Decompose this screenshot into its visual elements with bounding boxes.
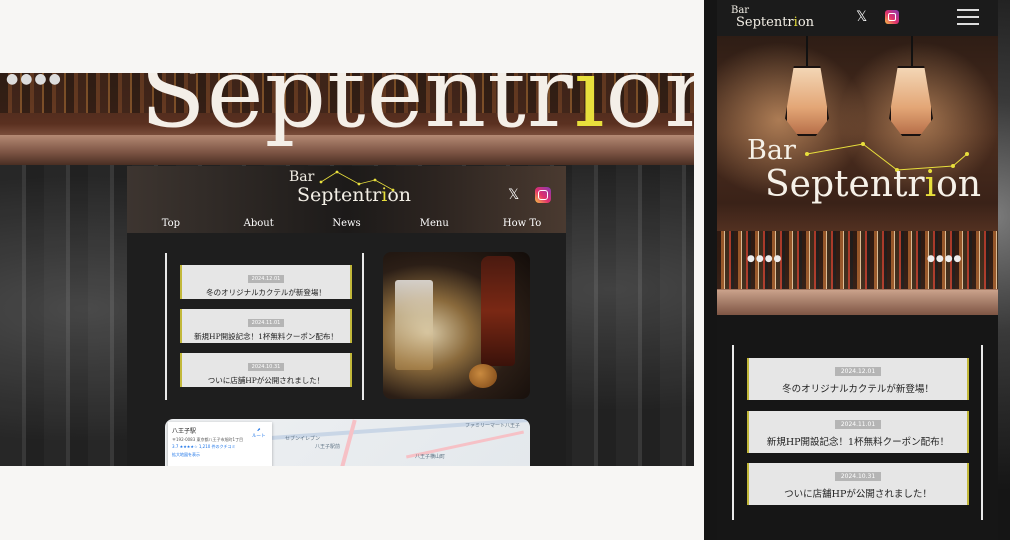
news-item[interactable]: 2024.12.01 冬のオリジナルカクテルが新登場！	[747, 358, 969, 400]
news-title: 新規HP開設記念！1杯無料クーポン配布！	[194, 332, 338, 341]
hero-image: ●●●● ●●●● Bar Septentrion	[717, 36, 998, 315]
desktop-preview: ●●●● Septentrion Bar Septentrion 𝕏	[0, 73, 694, 466]
orange-fruit	[469, 364, 497, 388]
hero-wordmark: Septentrion	[140, 73, 694, 149]
news-date: 2024.12.01	[834, 367, 882, 376]
map-route-button[interactable]: ⬈ ルート	[252, 428, 266, 439]
news-item[interactable]: 2024.11.01 新規HP開設記念！1杯無料クーポン配布！	[180, 309, 352, 343]
nav-item-about[interactable]: About	[215, 214, 303, 234]
desktop-page: Bar Septentrion 𝕏 Top About News Menu Ho…	[127, 166, 566, 466]
instagram-icon[interactable]	[885, 10, 899, 24]
hero-dots: ●●●●	[747, 254, 783, 264]
nav-item-how-to[interactable]: How To	[478, 214, 566, 234]
hero-dots: ●●●●	[6, 73, 63, 87]
map-larger-link[interactable]: 拡大地図を表示	[172, 452, 268, 458]
hamburger-menu-icon[interactable]	[957, 9, 979, 26]
instagram-icon[interactable]	[535, 187, 551, 203]
hero-image: ●●●● Septentrion	[0, 73, 694, 165]
news-title: ついに店舗HPが公開されました！	[207, 376, 325, 385]
news-title: 冬のオリジナルカクテルが新登場！	[206, 288, 326, 297]
map-rating: 3.7 ★★★★☆ 1,210 件のクチコミ	[172, 444, 236, 449]
map-label: ファミリーマート八王子	[465, 423, 521, 429]
liquor-bottle	[481, 256, 515, 366]
nav-item-menu[interactable]: Menu	[390, 214, 478, 234]
hero-wordmark: Bar Septentrion	[747, 135, 982, 205]
news-item[interactable]: 2024.10.31 ついに店舗HPが公開されました！	[747, 463, 969, 505]
nav-item-top[interactable]: Top	[127, 214, 215, 234]
news-date: 2024.12.01	[247, 275, 285, 283]
news-date: 2024.10.31	[247, 363, 285, 371]
news-item[interactable]: 2024.11.01 新規HP開設記念！1杯無料クーポン配布！	[747, 411, 969, 453]
map-place-card: 八王子駅 〒192-0083 東京都八王子市旭町1丁目 3.7 ★★★★☆ 1,…	[168, 422, 272, 466]
site-logo[interactable]: Bar Septentrion	[731, 5, 814, 29]
news-list: 2024.12.01 冬のオリジナルカクテルが新登場！ 2024.11.01 新…	[732, 345, 983, 520]
news-title: ついに店舗HPが公開されました！	[784, 489, 932, 500]
hero-dots: ●●●●	[927, 254, 963, 264]
map-label: 八王子横山町	[415, 454, 446, 460]
x-icon[interactable]: 𝕏	[508, 188, 522, 202]
mobile-preview: Bar Septentrion 𝕏 ●●●● ●●●● Bar Septentr…	[717, 0, 998, 540]
cocktail-photo	[383, 252, 530, 399]
site-header: Bar Septentrion 𝕏 Top About News Menu Ho…	[127, 166, 566, 233]
map-label: 八王子駅前	[315, 444, 341, 450]
news-list: 2024.12.01 冬のオリジナルカクテルが新登場！ 2024.11.01 新…	[165, 253, 364, 400]
constellation-icon	[319, 170, 395, 192]
store-map[interactable]: ファミリーマート八王子 セブンイレブン 八王子駅前 八王子横山町 八王子駅 〒1…	[165, 419, 530, 466]
main-nav: Top About News Menu How To	[127, 214, 566, 234]
news-item[interactable]: 2024.12.01 冬のオリジナルカクテルが新登場！	[180, 265, 352, 299]
bar-counter	[717, 290, 998, 315]
news-item[interactable]: 2024.10.31 ついに店舗HPが公開されました！	[180, 353, 352, 387]
site-logo[interactable]: Bar Septentrion	[289, 170, 411, 206]
news-title: 新規HP開設記念！1杯無料クーポン配布！	[766, 437, 950, 448]
news-date: 2024.11.01	[834, 420, 882, 429]
map-label: セブンイレブン	[285, 436, 321, 442]
portfolio-preview: ●●●● Septentrion Bar Septentrion 𝕏	[0, 0, 1010, 540]
mobile-header: Bar Septentrion 𝕏	[717, 0, 998, 36]
highball-glass	[395, 280, 433, 370]
map-road	[337, 419, 357, 466]
news-title: 冬のオリジナルカクテルが新登場！	[782, 384, 934, 395]
news-date: 2024.11.01	[247, 319, 285, 327]
x-icon[interactable]: 𝕏	[856, 10, 867, 24]
news-date: 2024.10.31	[834, 472, 882, 481]
nav-item-news[interactable]: News	[303, 214, 391, 234]
